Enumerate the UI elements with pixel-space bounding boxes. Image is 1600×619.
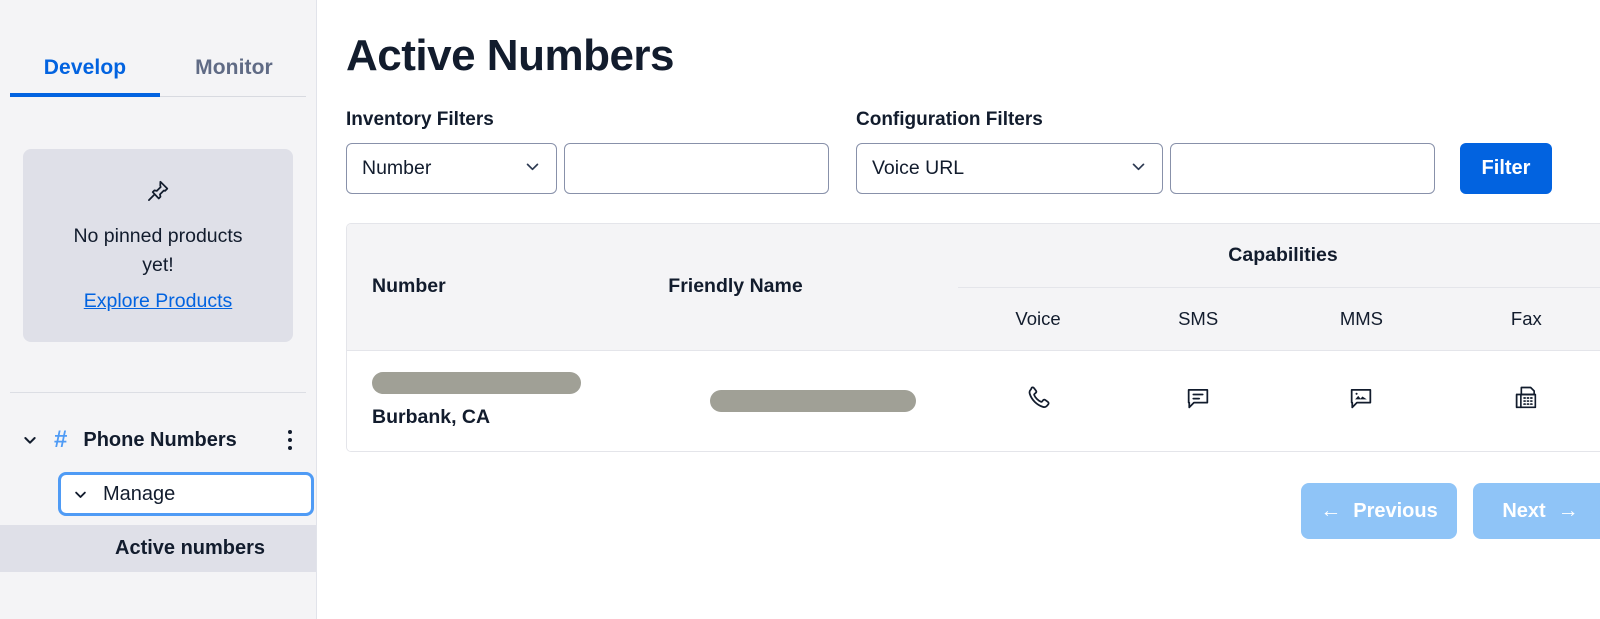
chat-bubble-icon — [1184, 384, 1212, 412]
tab-develop[interactable]: Develop — [10, 56, 160, 97]
configuration-filters-group: Configuration Filters Voice URL — [856, 109, 1435, 194]
filter-submit-button[interactable]: Filter — [1460, 143, 1552, 194]
table-head: Number Friendly Name Capabilities Voice … — [347, 224, 1600, 350]
column-header-fax: Fax — [1444, 286, 1600, 350]
arrow-left-icon: ← — [1320, 499, 1342, 522]
column-header-sms: SMS — [1118, 286, 1279, 350]
sidebar-item-active-numbers-label: Active numbers — [115, 537, 266, 559]
sidebar-item-phone-numbers[interactable]: # Phone Numbers — [0, 416, 316, 464]
sidebar: Develop Monitor No pinned products yet! … — [0, 0, 317, 619]
pin-icon — [145, 178, 171, 204]
column-header-number[interactable]: Number — [347, 224, 668, 350]
next-page-label: Next — [1502, 499, 1546, 522]
pinned-empty-text: No pinned products yet! — [73, 225, 243, 276]
sidebar-divider — [10, 392, 306, 393]
table-row[interactable]: Burbank, CA — [347, 350, 1600, 451]
fax-machine-icon — [1512, 384, 1540, 412]
kebab-menu-icon[interactable] — [278, 430, 302, 450]
inventory-filter-select-value: Number — [362, 157, 432, 179]
column-header-mms: MMS — [1278, 286, 1445, 350]
cell-capability-voice — [957, 350, 1119, 451]
chevron-down-icon — [1130, 158, 1147, 180]
redacted-friendly-name — [710, 389, 917, 412]
inventory-filter-select[interactable]: Number — [346, 143, 557, 194]
cell-capability-sms — [1118, 350, 1279, 451]
chevron-down-icon — [524, 158, 541, 180]
cell-capability-fax — [1444, 350, 1600, 451]
chevron-down-icon — [22, 432, 40, 448]
configuration-filter-select-value: Voice URL — [872, 157, 965, 179]
inventory-filters-group: Inventory Filters Number — [346, 109, 829, 194]
chat-bubble-image-icon — [1347, 384, 1375, 412]
pagination: ← Previous Next → — [346, 483, 1600, 539]
sidebar-tabs: Develop Monitor — [0, 0, 316, 97]
tab-monitor-label: Monitor — [195, 56, 273, 79]
active-numbers-table: Number Friendly Name Capabilities Voice … — [346, 223, 1600, 452]
explore-products-link[interactable]: Explore Products — [84, 290, 233, 313]
filters-row: Inventory Filters Number Configuration F… — [346, 109, 1600, 194]
inventory-filters-label: Inventory Filters — [346, 109, 494, 130]
arrow-right-icon: → — [1557, 499, 1579, 522]
main-content: Active Numbers Inventory Filters Number — [317, 0, 1600, 619]
configuration-filter-select[interactable]: Voice URL — [856, 143, 1163, 194]
column-header-friendly-name[interactable]: Friendly Name — [668, 224, 958, 350]
cell-friendly-name — [668, 350, 958, 451]
hash-icon: # — [54, 426, 68, 453]
cell-number: Burbank, CA — [347, 350, 669, 451]
page-title: Active Numbers — [346, 31, 675, 80]
pinned-products-card: No pinned products yet! Explore Products — [23, 149, 293, 342]
chevron-down-icon — [73, 487, 89, 502]
redacted-phone-number — [372, 372, 581, 395]
configuration-filters-label: Configuration Filters — [856, 109, 1043, 130]
table-header-row-primary: Number Friendly Name Capabilities — [347, 224, 1600, 298]
column-header-capabilities: Capabilities — [1228, 243, 1338, 266]
inventory-filter-input[interactable] — [564, 143, 829, 194]
sidebar-item-active-numbers[interactable]: Active numbers — [0, 525, 316, 572]
cell-capability-mms — [1278, 350, 1445, 451]
sidebar-item-phone-numbers-label: Phone Numbers — [83, 428, 237, 451]
tab-develop-label: Develop — [43, 56, 127, 79]
configuration-filter-input[interactable] — [1170, 143, 1435, 194]
column-header-voice: Voice — [957, 286, 1119, 350]
previous-page-label: Previous — [1353, 499, 1438, 522]
tab-monitor[interactable]: Monitor — [160, 56, 308, 97]
next-page-button[interactable]: Next → — [1473, 483, 1600, 539]
previous-page-button[interactable]: ← Previous — [1301, 483, 1457, 539]
phone-icon — [1024, 384, 1052, 412]
table-body: Burbank, CA — [347, 350, 1600, 451]
sidebar-item-manage[interactable]: Manage — [58, 472, 314, 516]
sidebar-item-manage-label: Manage — [103, 482, 176, 505]
number-location: Burbank, CA — [372, 406, 491, 429]
app-window: Develop Monitor No pinned products yet! … — [0, 0, 1600, 619]
